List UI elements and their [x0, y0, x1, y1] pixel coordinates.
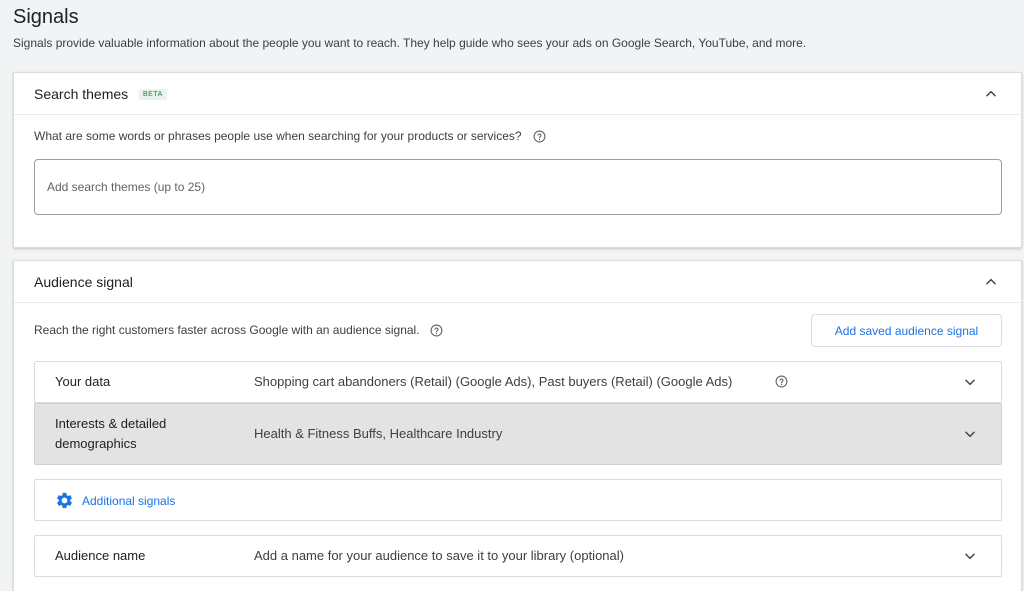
your-data-label: Your data — [55, 374, 111, 389]
audience-signal-title: Audience signal — [34, 274, 133, 290]
audience-name-value: Add a name for your audience to save it … — [254, 548, 624, 563]
beta-badge: BETA — [139, 89, 167, 100]
audience-signal-description: Reach the right customers faster across … — [34, 323, 420, 337]
your-data-row[interactable]: Your data Shopping cart abandoners (Reta… — [34, 361, 1002, 403]
audience-signal-card: Audience signal Reach the right customer… — [13, 260, 1022, 591]
chevron-down-icon[interactable] — [961, 425, 979, 443]
audience-signal-header[interactable]: Audience signal — [14, 261, 1021, 303]
add-saved-audience-signal-button[interactable]: Add saved audience signal — [811, 314, 1002, 347]
audience-name-row[interactable]: Audience name Add a name for your audien… — [34, 535, 1002, 577]
help-icon[interactable] — [533, 130, 546, 143]
signals-page: Signals Signals provide valuable informa… — [0, 0, 1024, 591]
search-themes-title: Search themes — [34, 86, 129, 102]
chevron-up-icon[interactable] — [982, 85, 1000, 103]
chevron-down-icon[interactable] — [961, 547, 979, 565]
additional-signals-row[interactable]: Additional signals — [34, 479, 1002, 521]
interests-demographics-label: Interests & detailed demographics — [55, 416, 167, 451]
gear-icon[interactable] — [55, 491, 74, 510]
interests-demographics-row[interactable]: Interests & detailed demographics Health… — [34, 403, 1002, 465]
interests-demographics-value: Health & Fitness Buffs, Healthcare Indus… — [254, 426, 503, 441]
your-data-value: Shopping cart abandoners (Retail) (Googl… — [254, 374, 733, 389]
page-description: Signals provide valuable information abo… — [13, 36, 807, 50]
help-icon[interactable] — [775, 375, 788, 388]
search-themes-header[interactable]: Search themes BETA — [14, 73, 1021, 115]
audience-name-label: Audience name — [55, 548, 146, 563]
additional-signals-link[interactable]: Additional signals — [82, 494, 175, 508]
chevron-down-icon[interactable] — [961, 373, 979, 391]
search-themes-question: What are some words or phrases people us… — [34, 129, 522, 143]
page-title: Signals — [13, 6, 79, 28]
search-themes-input[interactable] — [34, 159, 1002, 215]
search-themes-card: Search themes BETA What are some words o… — [13, 72, 1022, 248]
help-icon[interactable] — [430, 324, 443, 337]
chevron-up-icon[interactable] — [982, 273, 1000, 291]
